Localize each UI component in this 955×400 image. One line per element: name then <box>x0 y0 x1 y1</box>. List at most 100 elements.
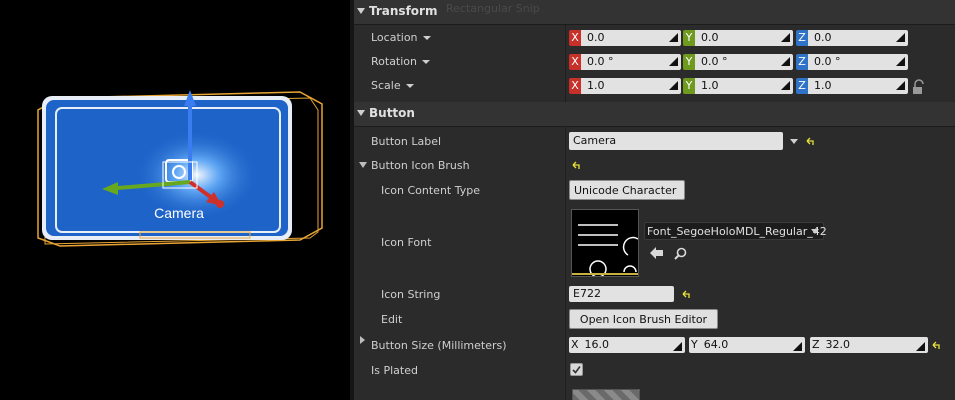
drag-grip-icon[interactable] <box>669 33 678 42</box>
details-panel: Transform Rectangular Snip Location X 0.0… <box>354 0 955 400</box>
rotation-y-value[interactable]: 0.0 ° <box>695 54 793 70</box>
location-y[interactable]: Y 0.0 <box>683 30 793 46</box>
scale-y[interactable]: Y 1.0 <box>683 78 793 94</box>
viewport-scene: Camera <box>37 90 323 247</box>
size-z[interactable]: Z 32.0 <box>810 337 928 353</box>
location-y-value[interactable]: 0.0 <box>695 30 793 46</box>
expand-arrow-icon[interactable] <box>360 336 365 344</box>
location-x-value[interactable]: 0.0 <box>581 30 681 46</box>
icon-string-label: Icon String <box>381 288 441 301</box>
is-plated-checkbox[interactable] <box>570 363 583 376</box>
viewport-button-caption: Camera <box>154 205 204 221</box>
section-title: Button <box>369 106 415 120</box>
chevron-down-icon <box>422 60 431 64</box>
scale-y-value[interactable]: 1.0 <box>695 78 793 94</box>
scale-z[interactable]: Z 1.0 <box>796 78 908 94</box>
scale-label-text: Scale <box>371 79 401 92</box>
size-y-value[interactable]: 64.0 <box>704 338 729 351</box>
viewport[interactable]: Camera <box>0 0 350 400</box>
reset-arrow-icon[interactable] <box>806 136 815 145</box>
rotation-y[interactable]: Y 0.0 ° <box>683 54 793 70</box>
z-tag: Z <box>796 78 808 94</box>
y-tag: Y <box>683 54 695 70</box>
rotation-label-text: Rotation <box>371 55 418 68</box>
drag-grip-icon[interactable] <box>916 340 925 356</box>
reset-arrow-icon[interactable] <box>932 340 941 349</box>
icon-font-dropdown[interactable]: Font_SegoeHoloMDL_Regular_42 <box>644 222 827 240</box>
drag-grip-icon[interactable] <box>781 33 790 42</box>
expand-arrow-icon[interactable] <box>359 162 367 168</box>
use-selected-arrow-icon[interactable] <box>650 247 664 262</box>
icon-font-label: Icon Font <box>381 236 432 249</box>
section-transform[interactable]: Transform Rectangular Snip <box>354 0 955 25</box>
y-tag: Y <box>691 338 698 351</box>
ghost-overlay-text: Rectangular Snip <box>446 2 540 15</box>
drag-grip-icon[interactable] <box>673 340 682 356</box>
scale-label[interactable]: Scale <box>371 79 414 92</box>
reset-arrow-icon[interactable] <box>572 160 581 169</box>
location-z[interactable]: Z 0.0 <box>796 30 908 46</box>
browse-magnifier-icon[interactable] <box>674 247 687 263</box>
is-plated-label: Is Plated <box>371 364 418 377</box>
drag-grip-icon[interactable] <box>781 81 790 90</box>
collapse-arrow-icon <box>357 110 365 116</box>
x-tag: X <box>569 54 581 70</box>
content-type-value: Unicode Character <box>574 184 677 197</box>
location-label[interactable]: Location <box>371 31 431 44</box>
rotation-x[interactable]: X 0.0 ° <box>569 54 681 70</box>
reset-arrow-icon[interactable] <box>682 289 691 298</box>
drag-grip-icon[interactable] <box>793 340 802 356</box>
location-z-value[interactable]: 0.0 <box>808 30 908 46</box>
size-x[interactable]: X 16.0 <box>569 337 685 353</box>
rotation-x-value[interactable]: 0.0 ° <box>581 54 681 70</box>
font-preview-icon <box>572 224 639 278</box>
drag-grip-icon[interactable] <box>669 57 678 66</box>
rotation-z[interactable]: Z 0.0 ° <box>796 54 908 70</box>
section-title: Transform <box>369 4 438 18</box>
z-tag: Z <box>796 54 808 70</box>
size-y[interactable]: Y 64.0 <box>689 337 805 353</box>
scale-x[interactable]: X 1.0 <box>569 78 681 94</box>
size-z-value[interactable]: 32.0 <box>826 338 851 351</box>
z-tag: Z <box>796 30 808 46</box>
drag-grip-icon[interactable] <box>896 81 905 90</box>
scale-z-value[interactable]: 1.0 <box>808 78 908 94</box>
column-separator[interactable] <box>565 0 566 400</box>
x-tag: X <box>571 338 579 351</box>
content-type-label: Icon Content Type <box>381 184 480 197</box>
checkmark-icon <box>572 366 581 374</box>
location-x[interactable]: X 0.0 <box>569 30 681 46</box>
drag-grip-icon[interactable] <box>896 57 905 66</box>
section-button[interactable]: Button <box>354 102 955 127</box>
icon-font-value: Font_SegoeHoloMDL_Regular_42 <box>647 225 827 238</box>
icon-string-input[interactable]: E722 <box>569 286 674 302</box>
content-type-dropdown[interactable]: Unicode Character <box>569 180 685 214</box>
scale-x-value[interactable]: 1.0 <box>581 78 681 94</box>
drag-grip-icon[interactable] <box>781 57 790 66</box>
size-x-value[interactable]: 16.0 <box>585 338 610 351</box>
collapse-arrow-icon <box>357 8 365 14</box>
button-size-label: Button Size (Millimeters) <box>371 339 507 352</box>
button-label-input[interactable]: Camera <box>569 132 783 150</box>
lock-icon[interactable] <box>912 79 926 98</box>
button-label-label: Button Label <box>371 135 442 148</box>
location-label-text: Location <box>371 31 418 44</box>
icon-brush-label: Button Icon Brush <box>371 159 470 172</box>
open-icon-brush-editor-button[interactable]: Open Icon Brush Editor <box>569 309 718 329</box>
rotation-z-value[interactable]: 0.0 ° <box>808 54 908 70</box>
drag-grip-icon[interactable] <box>896 33 905 42</box>
rotation-label[interactable]: Rotation <box>371 55 431 68</box>
z-tag: Z <box>812 338 820 351</box>
chevron-down-icon <box>405 84 414 88</box>
chevron-down-icon <box>811 229 819 234</box>
chevron-down-icon[interactable] <box>790 139 798 144</box>
drag-grip-icon[interactable] <box>669 81 678 90</box>
y-tag: Y <box>683 78 695 94</box>
edit-label: Edit <box>381 313 403 326</box>
material-thumbnail[interactable] <box>572 389 640 400</box>
y-tag: Y <box>683 30 695 46</box>
x-tag: X <box>569 78 581 94</box>
x-tag: X <box>569 30 581 46</box>
chevron-down-icon <box>422 36 431 40</box>
font-thumbnail[interactable] <box>571 209 639 278</box>
